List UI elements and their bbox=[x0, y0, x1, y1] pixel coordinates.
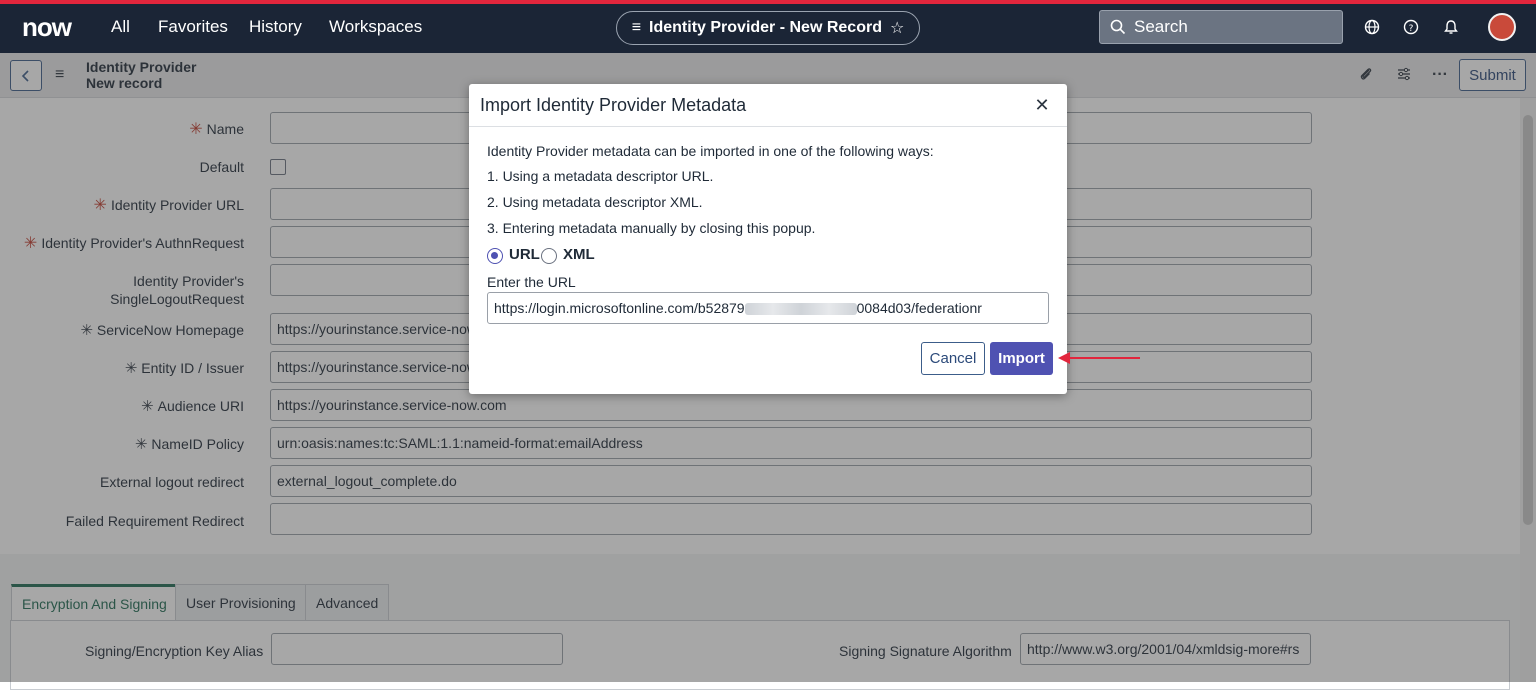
metadata-url-input[interactable]: https://login.microsoftonline.com/b52879… bbox=[487, 292, 1049, 324]
cancel-button[interactable]: Cancel bbox=[921, 342, 985, 375]
help-icon[interactable]: ? bbox=[1401, 17, 1421, 37]
bell-icon[interactable] bbox=[1441, 17, 1461, 37]
dialog-title: Import Identity Provider Metadata bbox=[480, 95, 747, 115]
star-icon[interactable]: ☆ bbox=[890, 18, 904, 38]
svg-text:?: ? bbox=[1409, 24, 1414, 34]
top-nav-bar: now All Favorites History Workspaces ≡ I… bbox=[0, 0, 1536, 53]
dialog-option-1: 1. Using a metadata descriptor URL. bbox=[487, 168, 714, 184]
user-avatar[interactable] bbox=[1488, 13, 1516, 41]
radio-xml[interactable] bbox=[541, 248, 557, 264]
nav-history[interactable]: History bbox=[249, 17, 302, 37]
servicenow-logo[interactable]: now bbox=[22, 12, 72, 43]
close-icon[interactable]: ✕ bbox=[1032, 95, 1052, 115]
list-icon: ≡ bbox=[631, 19, 642, 36]
nav-all[interactable]: All bbox=[111, 17, 130, 37]
search-placeholder: Search bbox=[1134, 17, 1188, 36]
record-title-pill[interactable]: ≡ Identity Provider - New Record ☆ bbox=[616, 11, 920, 45]
url-value-suffix: 0084d03/federationr bbox=[856, 300, 982, 316]
url-value-prefix: https://login.microsoftonline.com/b52879 bbox=[494, 300, 745, 316]
globe-icon[interactable] bbox=[1362, 17, 1382, 37]
radio-url[interactable] bbox=[487, 248, 503, 264]
url-field-label: Enter the URL bbox=[487, 274, 576, 290]
dialog-intro: Identity Provider metadata can be import… bbox=[487, 143, 934, 159]
dialog-option-2: 2. Using metadata descriptor XML. bbox=[487, 194, 703, 210]
red-arrow-annotation-icon bbox=[1058, 352, 1140, 364]
dialog-option-3: 3. Entering metadata manually by closing… bbox=[487, 220, 816, 236]
nav-favorites[interactable]: Favorites bbox=[158, 17, 228, 37]
global-search-input[interactable]: Search bbox=[1099, 10, 1343, 44]
redacted-blur bbox=[744, 303, 857, 316]
record-title: Identity Provider - New Record bbox=[649, 19, 882, 36]
search-icon bbox=[1110, 19, 1126, 35]
nav-workspaces[interactable]: Workspaces bbox=[329, 17, 422, 37]
import-metadata-dialog: Import Identity Provider Metadata ✕ Iden… bbox=[469, 84, 1067, 394]
import-button[interactable]: Import bbox=[990, 342, 1053, 375]
dialog-header: Import Identity Provider Metadata ✕ bbox=[469, 84, 1067, 127]
radio-xml-label[interactable]: XML bbox=[563, 246, 595, 263]
radio-url-label[interactable]: URL bbox=[509, 246, 540, 263]
